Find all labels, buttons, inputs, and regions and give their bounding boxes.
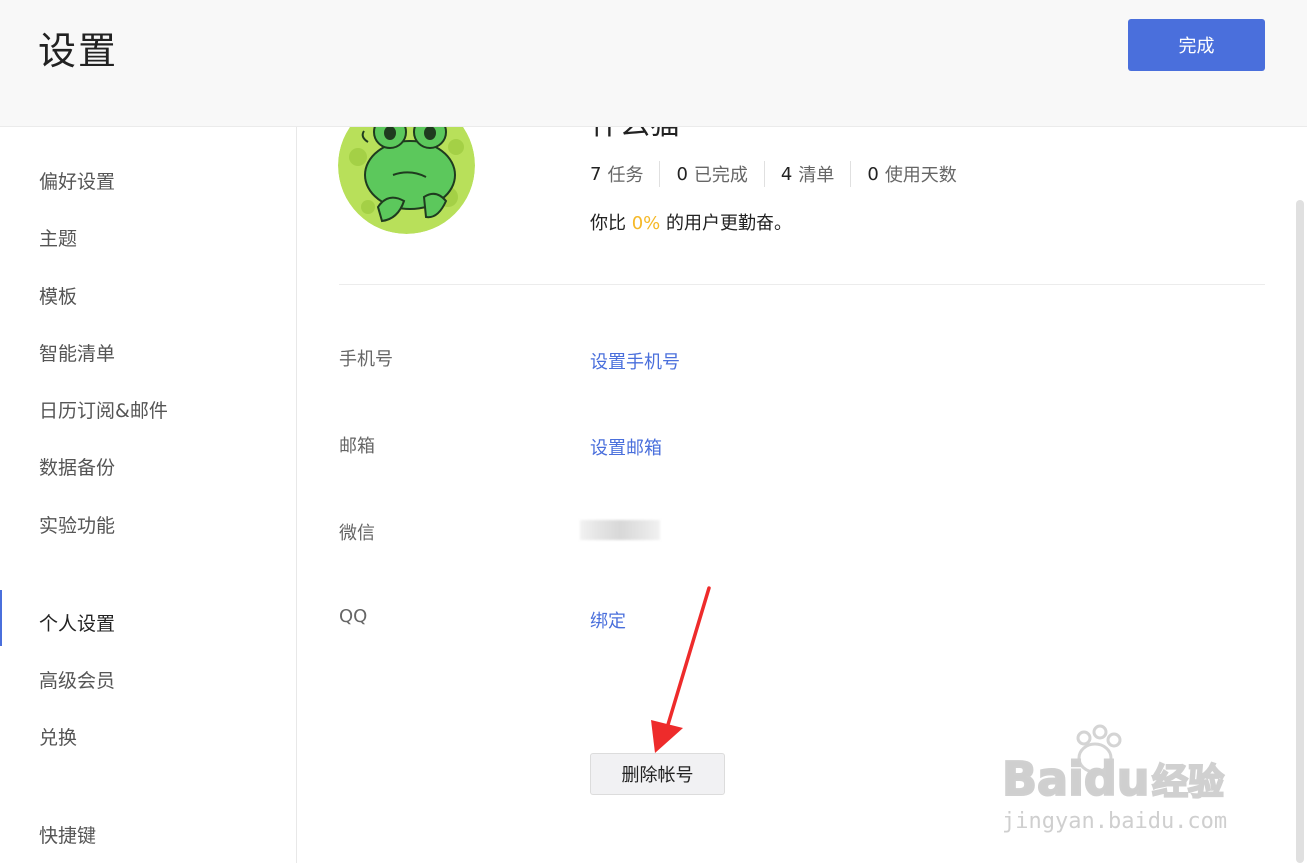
watermark-url: jingyan.baidu.com [1002, 809, 1227, 834]
baidu-watermark: Baidu 经验 jingyan.baidu.com [1000, 720, 1240, 835]
watermark-suffix: 经验 [1152, 762, 1224, 803]
watermark-brand: Baidu [1002, 752, 1150, 806]
